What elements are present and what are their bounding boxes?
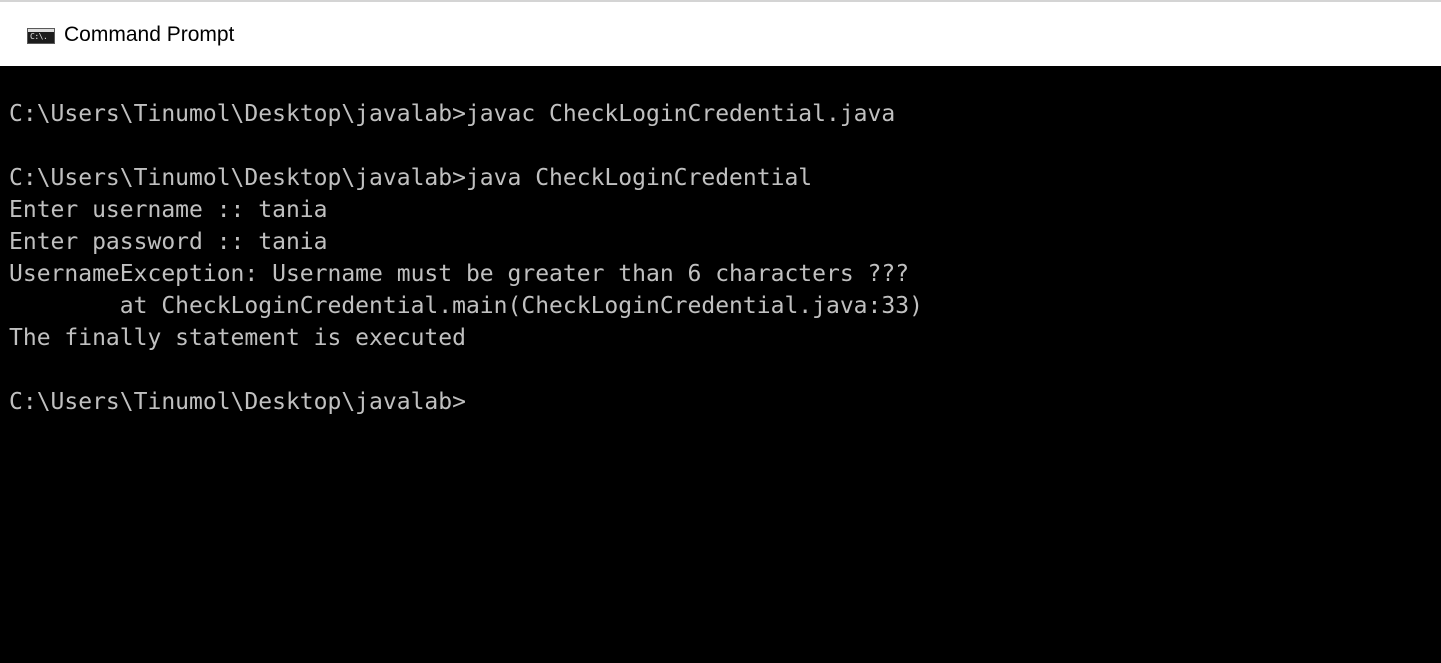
console-output-area[interactable]: C:\Users\Tinumol\Desktop\javalab>javac C… xyxy=(0,66,1441,663)
window-title: Command Prompt xyxy=(64,23,235,46)
title-bar[interactable]: C:\. Command Prompt xyxy=(0,0,1441,66)
console-icon[interactable]: C:\. xyxy=(27,28,55,44)
console-line-3: C:\Users\Tinumol\Desktop\javalab>java Ch… xyxy=(9,165,813,191)
command-prompt-window: C:\. Command Prompt C:\Users\Tinumol\Des… xyxy=(0,0,1441,663)
console-icon-label: C:\. xyxy=(30,32,48,41)
console-line-5: Enter password :: tania xyxy=(9,229,328,255)
console-line-1: C:\Users\Tinumol\Desktop\javalab>javac C… xyxy=(9,101,896,127)
console-line-8: The finally statement is executed xyxy=(9,325,466,351)
console-prompt-line: C:\Users\Tinumol\Desktop\javalab> xyxy=(9,389,466,415)
console-line-6: UsernameException: Username must be grea… xyxy=(9,261,910,287)
console-line-7: at CheckLoginCredential.main(CheckLoginC… xyxy=(9,293,923,319)
console-line-4: Enter username :: tania xyxy=(9,197,328,223)
